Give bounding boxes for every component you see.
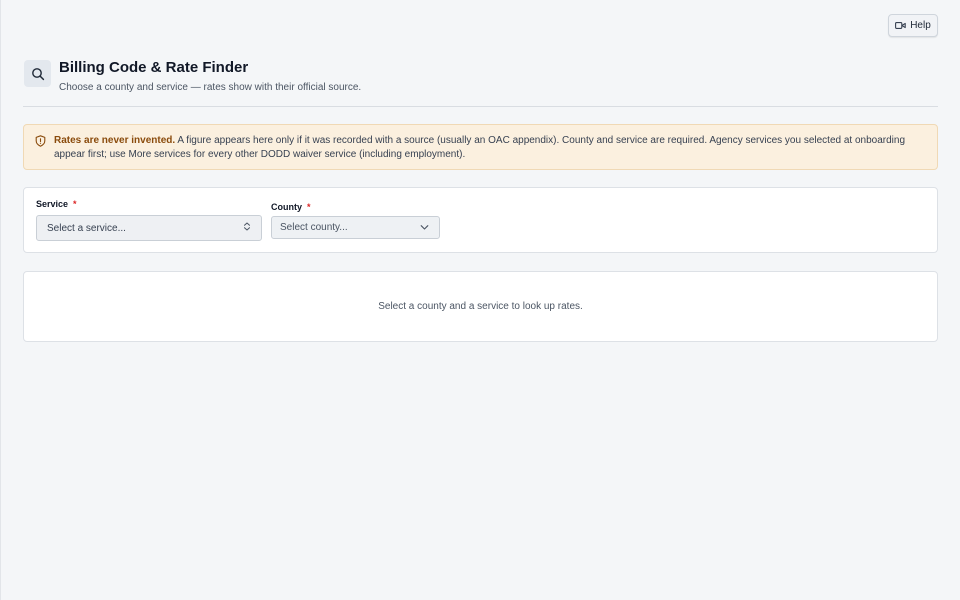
page-subtitle: Choose a county and service — rates show… [59,82,362,93]
page-title: Billing Code & Rate Finder [59,59,249,76]
search-icon [24,60,51,87]
lookup-form: Service * Select a service... County * Sel… [23,187,938,253]
shield-icon [35,135,46,152]
notice-bold-text: Rates are never invented. [54,135,176,146]
service-select[interactable]: Select a service... [36,215,262,241]
notice-text: A figure appears here only if it was rec… [54,135,906,160]
county-select-value: Select county... [280,222,348,233]
county-select[interactable]: Select county... [271,216,440,239]
help-button[interactable]: Help [888,14,938,37]
results-panel: Select a county and a service to look up… [23,271,938,342]
service-select-value: Select a service... [47,222,126,234]
chevron-up-down-icon [243,222,251,235]
info-notice: Rates are never invented. A figure appea… [23,124,938,170]
service-label: Service * [36,199,77,209]
empty-state-message: Select a county and a service to look up… [378,301,583,312]
page-header: Billing Code & Rate Finder Choose a coun… [23,59,938,107]
help-label: Help [910,20,931,31]
chevron-down-icon [420,222,429,233]
required-marker: * [307,202,311,212]
county-label: County * [271,202,311,212]
required-marker: * [73,199,77,209]
video-icon [895,21,906,30]
